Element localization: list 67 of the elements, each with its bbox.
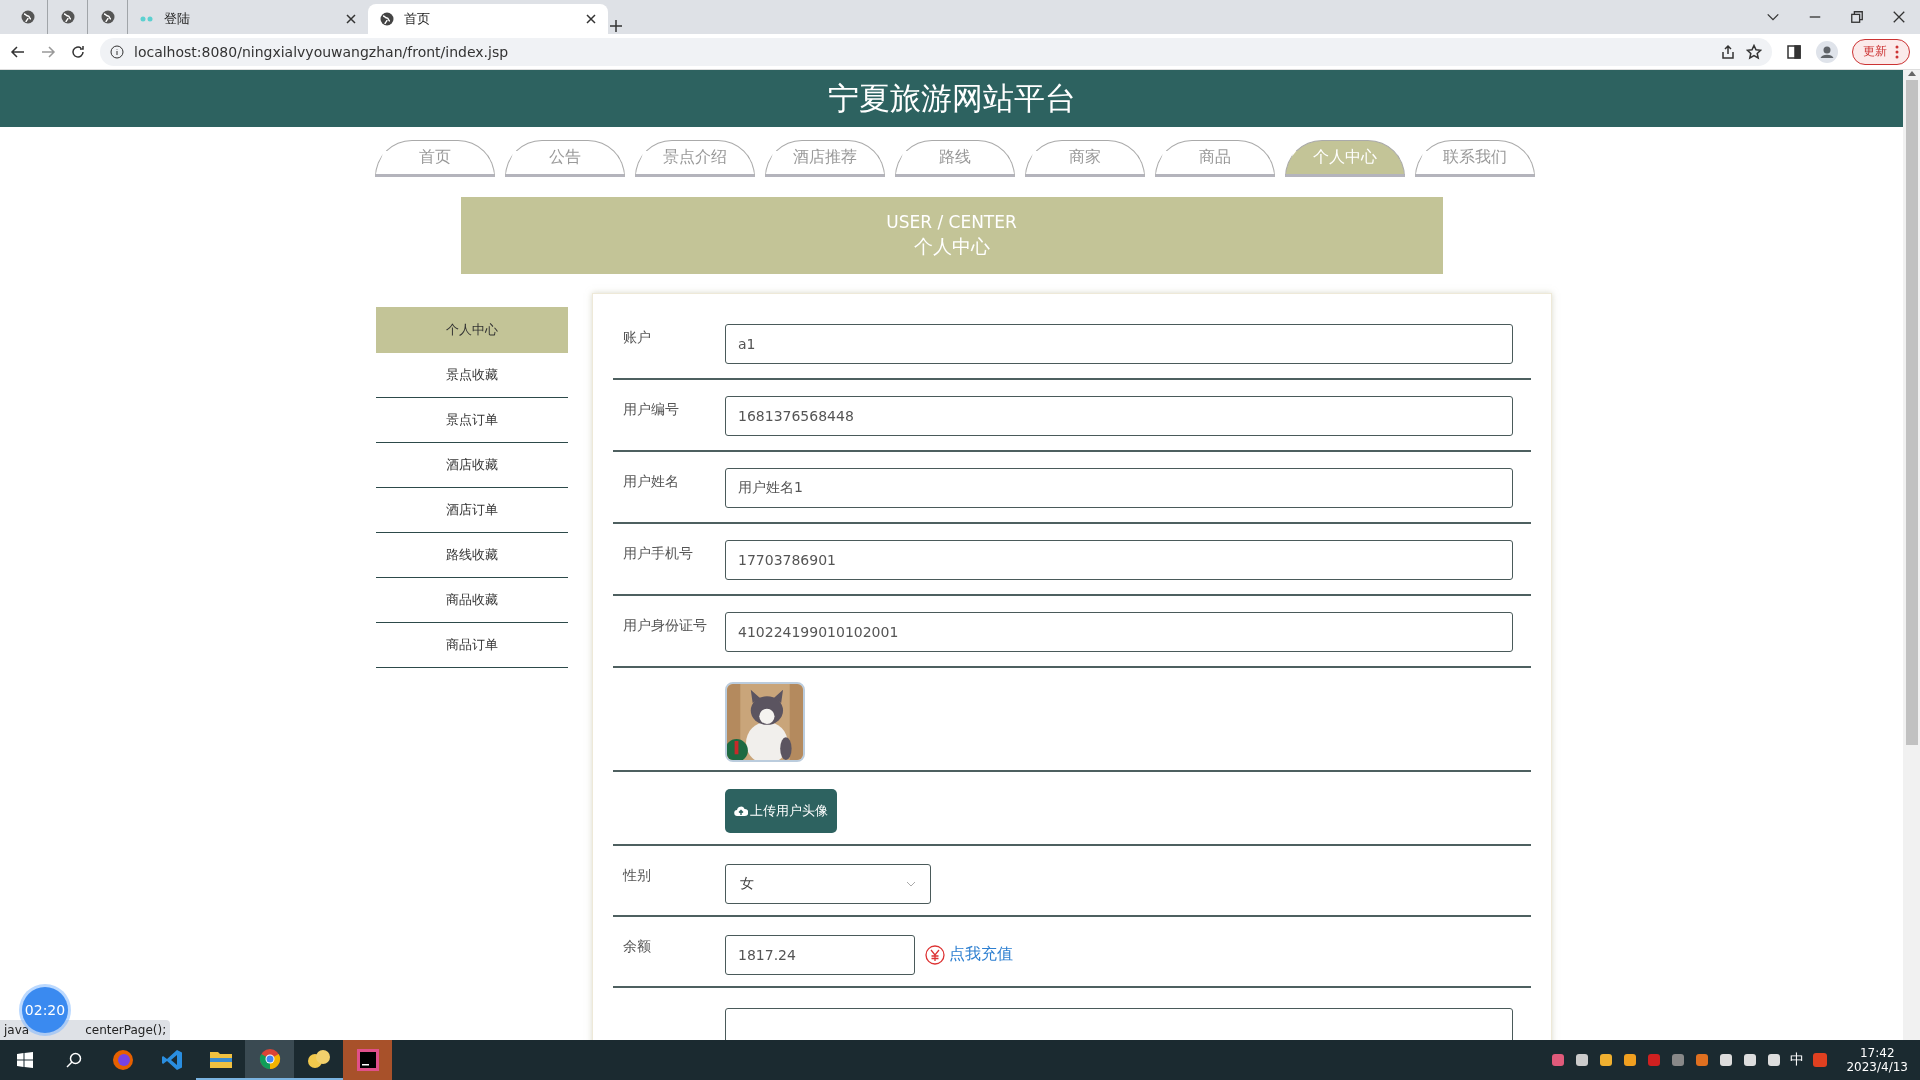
search-icon: [65, 1052, 82, 1068]
more-icon: [1895, 44, 1899, 59]
text-field[interactable]: 用户姓名1: [725, 468, 1513, 508]
field-label: 性别: [621, 867, 652, 885]
taskbar-clock[interactable]: 17:42 2023/4/13: [1846, 1046, 1908, 1074]
field-label: 用户姓名: [622, 473, 680, 491]
browser-tab[interactable]: 首页: [368, 4, 608, 34]
star-icon[interactable]: [1746, 43, 1762, 60]
ide-icon: [356, 1049, 379, 1071]
field-label: 用户身份证号: [622, 617, 708, 635]
close-icon[interactable]: [1892, 10, 1906, 24]
recharge-link[interactable]: 点我充值: [949, 944, 1013, 965]
text-field[interactable]: 17703786901: [725, 540, 1513, 580]
tray-icon[interactable]: [1574, 1052, 1591, 1068]
back-icon[interactable]: [10, 43, 26, 60]
browser-icon: [111, 1049, 134, 1071]
globe-icon: [20, 10, 35, 24]
globe-icon: [60, 10, 75, 24]
field-label: 余额: [622, 938, 652, 956]
share-icon[interactable]: [1720, 43, 1736, 60]
yuan-icon: [925, 944, 945, 965]
field-label: 用户编号: [622, 401, 680, 419]
taskbar-app[interactable]: [343, 1040, 392, 1080]
database-tool-icon: [306, 1049, 331, 1069]
taskbar-app[interactable]: [245, 1040, 294, 1080]
restore-icon[interactable]: [1850, 10, 1864, 24]
forward-icon[interactable]: [40, 43, 56, 60]
tray-icon[interactable]: [1598, 1052, 1615, 1068]
tray-icon[interactable]: [1622, 1052, 1639, 1068]
text-field[interactable]: 410224199010102001: [725, 612, 1513, 652]
site-title: 宁夏旅游网站平台: [827, 78, 1076, 118]
reload-icon[interactable]: [70, 43, 86, 60]
sidebar-item[interactable]: 个人中心: [376, 307, 568, 353]
info-icon: [110, 44, 124, 59]
chevron-down-icon: [906, 880, 916, 887]
code-editor-icon: [160, 1049, 183, 1071]
balance-field[interactable]: 1817.24: [725, 934, 915, 975]
side-panel-icon[interactable]: [1786, 43, 1802, 60]
tray-icon[interactable]: [1718, 1052, 1735, 1068]
browser-tab[interactable]: 登陆: [128, 4, 368, 34]
input-method-indicator[interactable]: 中: [1790, 1051, 1805, 1069]
scrollbar[interactable]: [1903, 70, 1920, 1040]
tray-icon[interactable]: [1766, 1052, 1783, 1068]
profile-icon[interactable]: [1816, 40, 1838, 63]
windows-icon: [16, 1052, 33, 1068]
text-field[interactable]: [725, 1008, 1513, 1040]
globe-icon: [100, 10, 115, 24]
globe-icon: [380, 12, 394, 26]
upload-avatar-button[interactable]: 上传用户头像: [725, 789, 837, 833]
close-icon[interactable]: [586, 14, 596, 24]
status-text: centerPage();: [85, 1023, 167, 1037]
text-field[interactable]: a1: [725, 324, 1513, 364]
new-tab-icon[interactable]: [608, 18, 624, 34]
banner-subtitle: USER / CENTER: [886, 211, 1017, 232]
field-label: 用户手机号: [622, 545, 694, 563]
tray-icon[interactable]: [1742, 1052, 1759, 1068]
tray-icon[interactable]: [1694, 1052, 1711, 1068]
tab-favicon-icon: [140, 15, 154, 23]
update-button[interactable]: 更新: [1852, 38, 1910, 65]
banner-title: 个人中心: [913, 233, 990, 259]
text-field[interactable]: 1681376568448: [725, 396, 1513, 436]
folder-icon: [209, 1050, 232, 1068]
address-bar[interactable]: localhost:8080/ningxialvyouwangzhan/front/index.jsp: [100, 37, 1772, 66]
field-label: 账户: [622, 329, 652, 347]
close-icon[interactable]: [346, 14, 356, 24]
gender-select[interactable]: 女: [725, 863, 931, 904]
cloud-upload-icon: [734, 805, 748, 817]
